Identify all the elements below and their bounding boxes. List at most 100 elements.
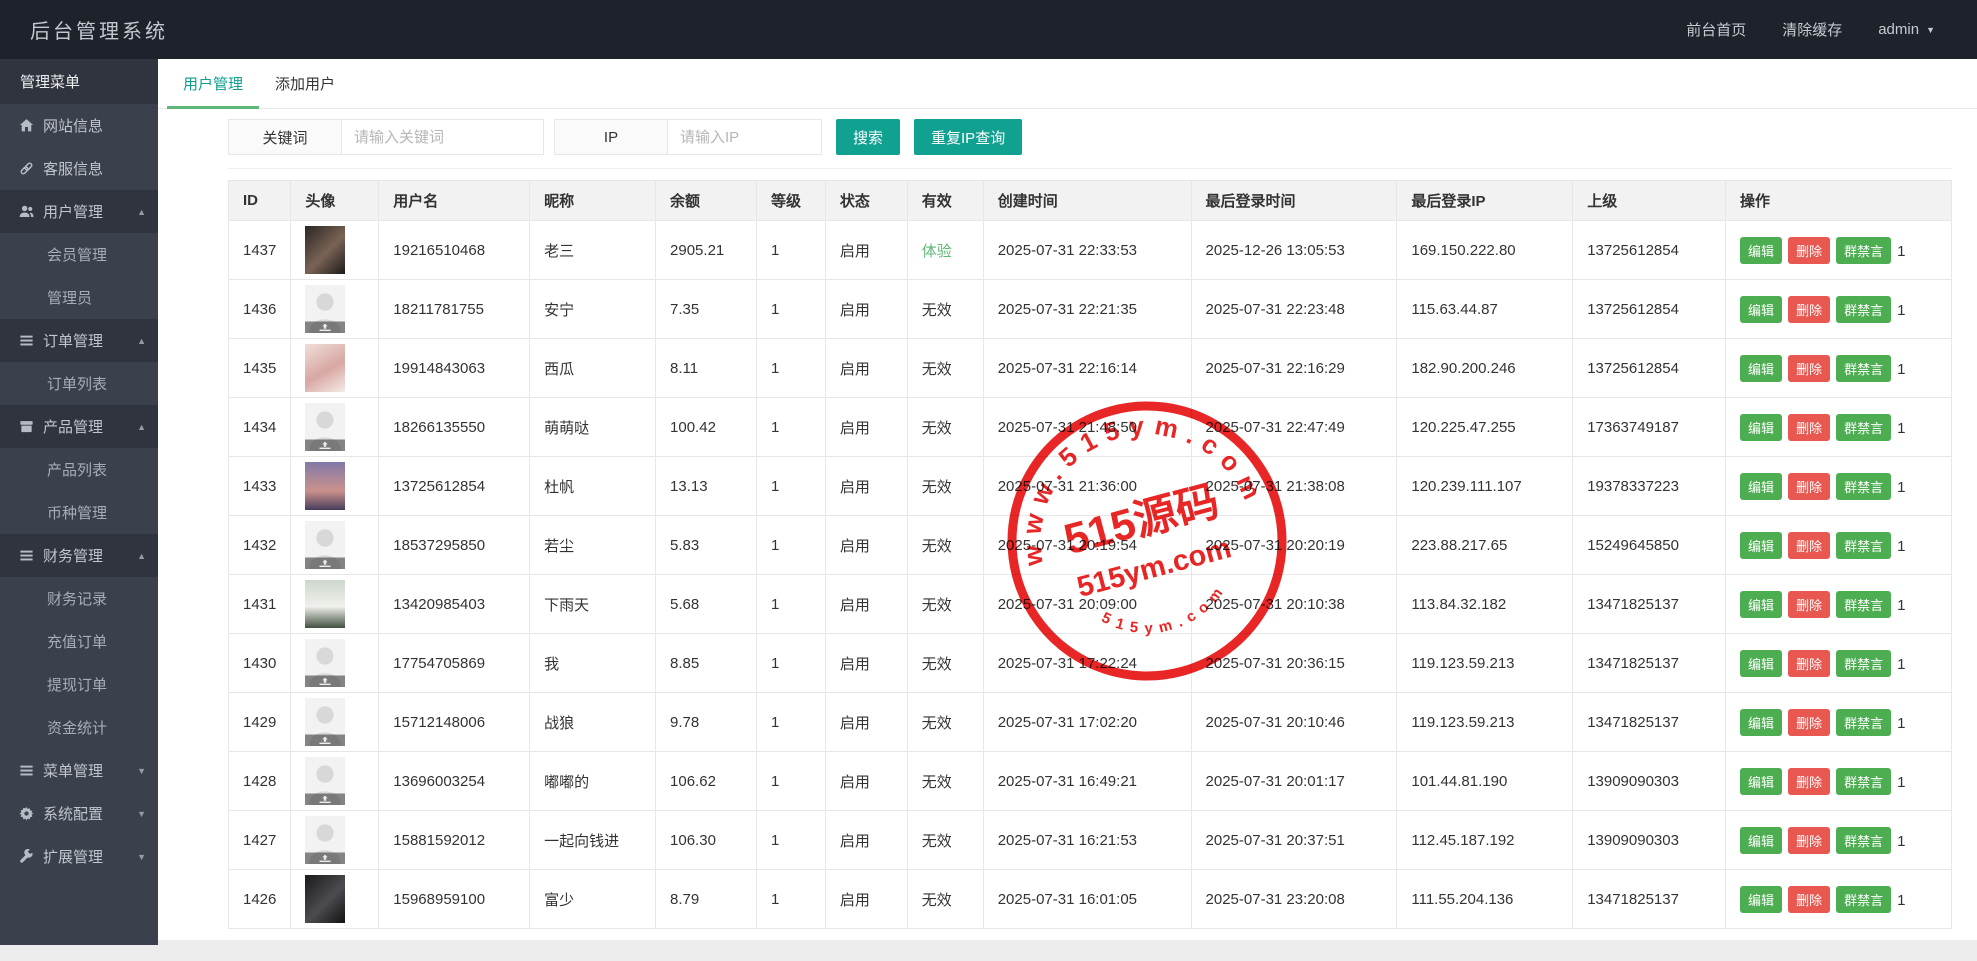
frontend-home-link[interactable]: 前台首页 [1686, 19, 1746, 40]
cell-id: 1426 [227, 869, 292, 929]
sidebar-item-label: 产品管理 [43, 419, 104, 436]
mute-button[interactable]: 群禁言 [1836, 295, 1892, 323]
cell-nickname: 老三 [529, 220, 657, 280]
cell-created-time: 2025-07-31 22:21:35 [982, 279, 1192, 339]
edit-button[interactable]: 编辑 [1740, 413, 1783, 441]
sidebar-item-finance-records[interactable]: 财务记录 [0, 577, 158, 620]
edit-button[interactable]: 编辑 [1740, 708, 1783, 736]
delete-button[interactable]: 删除 [1788, 295, 1831, 323]
cell-username: 13725612854 [378, 456, 531, 516]
sidebar-item-product-list[interactable]: 产品列表 [0, 448, 158, 491]
valid-badge: 无效 [921, 537, 952, 555]
cell-actions: 编辑 删除 群禁言 1 [1725, 692, 1952, 752]
delete-button[interactable]: 删除 [1788, 590, 1831, 618]
edit-button[interactable]: 编辑 [1740, 590, 1783, 618]
sidebar-item-extension-management[interactable]: 扩展管理 ▼ [0, 835, 158, 878]
sidebar-item-member-management[interactable]: 会员管理 [0, 233, 158, 276]
cell-actions: 编辑 删除 群禁言 1 [1725, 338, 1952, 398]
delete-button[interactable]: 删除 [1788, 708, 1831, 736]
tab-user-management[interactable]: 用户管理 [167, 59, 260, 109]
sidebar-item-currency-management[interactable]: 币种管理 [0, 491, 158, 534]
delete-button[interactable]: 删除 [1788, 649, 1831, 677]
delete-button[interactable]: 删除 [1788, 826, 1831, 854]
cell-id: 1432 [227, 515, 292, 575]
search-button[interactable]: 搜索 [836, 119, 901, 155]
chevron-down-icon: ▼ [1926, 24, 1935, 35]
admin-user-menu[interactable]: admin ▼ [1878, 21, 1935, 38]
sidebar-item-funds-statistics[interactable]: 资金统计 [0, 706, 158, 749]
cell-valid: 无效 [906, 338, 984, 398]
sidebar-item-product-management[interactable]: 产品管理 ▲ [0, 405, 158, 448]
user-avatar [305, 462, 346, 510]
edit-button[interactable]: 编辑 [1740, 236, 1783, 264]
edit-button[interactable]: 编辑 [1740, 826, 1783, 854]
sidebar-item-administrators[interactable]: 管理员 [0, 276, 158, 319]
sidebar-item-service-info[interactable]: 客服信息 [0, 147, 158, 190]
sidebar-item-user-management[interactable]: 用户管理 ▲ [0, 190, 158, 233]
cell-balance: 106.62 [655, 751, 757, 811]
edit-button[interactable]: 编辑 [1740, 767, 1783, 795]
table-row: 1429 15712148006 战狼 9.78 1 启用 无效 2025-07-31 17:… [227, 692, 1952, 752]
cell-balance: 5.68 [655, 574, 757, 634]
column-header: 有效 [906, 180, 984, 221]
action-count: 1 [1897, 714, 1906, 732]
sidebar-item-site-info[interactable]: 网站信息 [0, 104, 158, 147]
sidebar-item-system-config[interactable]: 系统配置 ▼ [0, 792, 158, 835]
mute-button[interactable]: 群禁言 [1836, 531, 1892, 559]
delete-button[interactable]: 删除 [1788, 767, 1831, 795]
cell-id: 1431 [227, 574, 292, 634]
link-icon [19, 161, 34, 176]
cell-status: 启用 [824, 751, 908, 811]
mute-button[interactable]: 群禁言 [1836, 885, 1892, 913]
sidebar-item-order-management[interactable]: 订单管理 ▲ [0, 319, 158, 362]
edit-button[interactable]: 编辑 [1740, 649, 1783, 677]
mute-button[interactable]: 群禁言 [1836, 413, 1892, 441]
clear-cache-link[interactable]: 清除缓存 [1782, 19, 1842, 40]
duplicate-ip-button[interactable]: 重复IP查询 [914, 119, 1023, 155]
edit-button[interactable]: 编辑 [1740, 885, 1783, 913]
edit-button[interactable]: 编辑 [1740, 295, 1783, 323]
delete-button[interactable]: 删除 [1788, 236, 1831, 264]
sidebar-item-order-list[interactable]: 订单列表 [0, 362, 158, 405]
action-count: 1 [1897, 419, 1906, 437]
tab-add-user[interactable]: 添加用户 [259, 59, 351, 108]
edit-button[interactable]: 编辑 [1740, 354, 1783, 382]
mute-button[interactable]: 群禁言 [1836, 708, 1892, 736]
cell-status: 启用 [824, 633, 908, 693]
cell-nickname: 富少 [529, 869, 657, 929]
delete-button[interactable]: 删除 [1788, 413, 1831, 441]
cell-status: 启用 [824, 456, 908, 516]
mute-button[interactable]: 群禁言 [1836, 590, 1892, 618]
delete-button[interactable]: 删除 [1788, 531, 1831, 559]
keyword-input[interactable] [342, 119, 544, 155]
action-count: 1 [1897, 596, 1906, 614]
mute-button[interactable]: 群禁言 [1836, 826, 1892, 854]
column-header: 状态 [824, 180, 908, 221]
mute-button[interactable]: 群禁言 [1836, 354, 1892, 382]
sidebar-item-label: 充值订单 [47, 634, 108, 651]
mute-button[interactable]: 群禁言 [1836, 236, 1892, 264]
delete-button[interactable]: 删除 [1788, 472, 1831, 500]
cell-username: 13696003254 [378, 751, 531, 811]
ip-input[interactable] [668, 119, 822, 155]
sidebar-item-label: 会员管理 [47, 247, 108, 264]
users-icon [19, 204, 34, 219]
mute-button[interactable]: 群禁言 [1836, 472, 1892, 500]
sidebar-item-withdraw-orders[interactable]: 提现订单 [0, 663, 158, 706]
edit-button[interactable]: 编辑 [1740, 472, 1783, 500]
mute-button[interactable]: 群禁言 [1836, 767, 1892, 795]
sidebar-item-recharge-orders[interactable]: 充值订单 [0, 620, 158, 663]
delete-button[interactable]: 删除 [1788, 885, 1831, 913]
cell-avatar [290, 869, 380, 929]
delete-button[interactable]: 删除 [1788, 354, 1831, 382]
cell-actions: 编辑 删除 群禁言 1 [1725, 574, 1952, 634]
mute-button[interactable]: 群禁言 [1836, 649, 1892, 677]
chevron-down-icon: ▼ [137, 851, 146, 862]
cell-avatar [290, 515, 380, 575]
sidebar-item-finance-management[interactable]: 财务管理 ▲ [0, 534, 158, 577]
action-count: 1 [1897, 773, 1906, 791]
edit-button[interactable]: 编辑 [1740, 531, 1783, 559]
cell-balance: 8.79 [655, 869, 757, 929]
sidebar-item-menu-management[interactable]: 菜单管理 ▼ [0, 749, 158, 792]
cell-nickname: 嘟嘟的 [529, 751, 657, 811]
